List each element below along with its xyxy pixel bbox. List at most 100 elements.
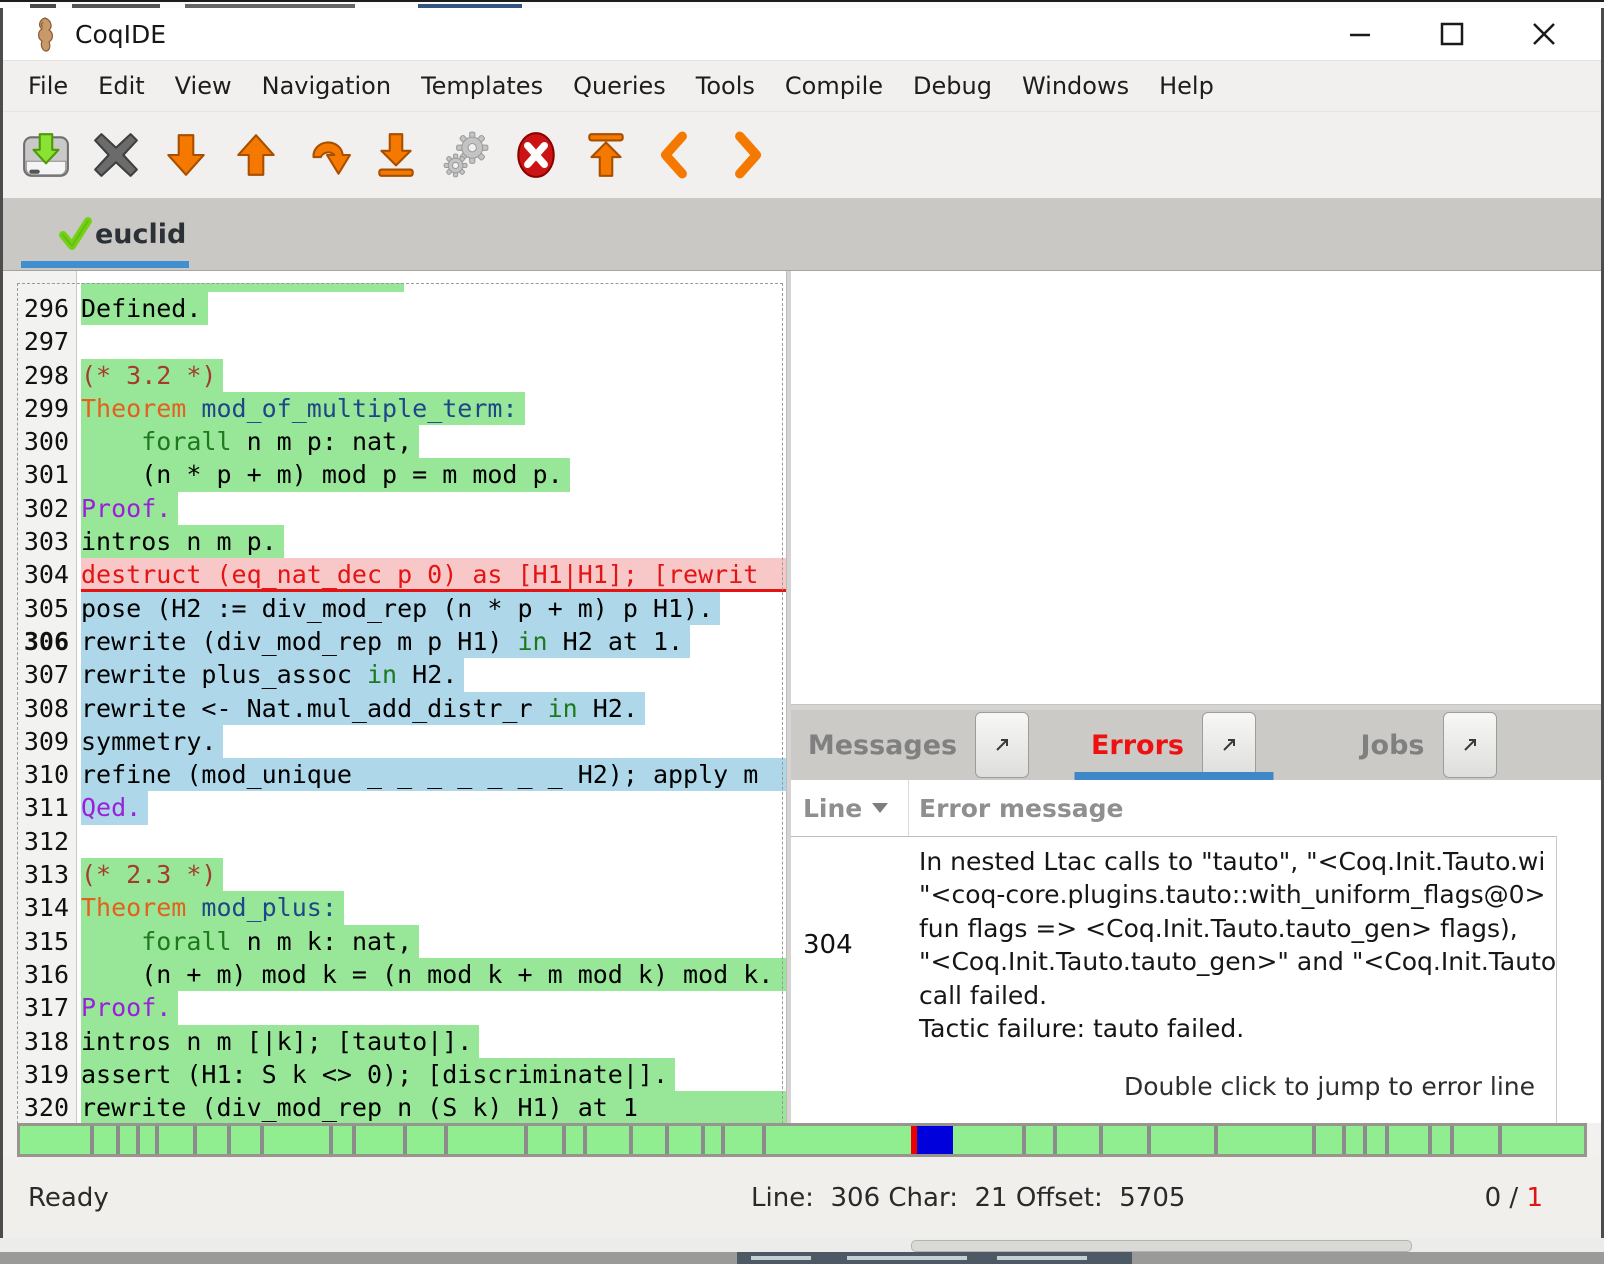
sentence-separator: [721, 1126, 725, 1154]
tab-bar: euclid: [3, 198, 1601, 271]
run-to-end-icon[interactable]: [371, 130, 421, 180]
line-number-gutter: 314: [17, 891, 77, 924]
close-icon[interactable]: [91, 130, 141, 180]
check-icon: [57, 216, 93, 252]
code-line-307[interactable]: 307rewrite plus_assoc in H2.: [17, 658, 786, 691]
code-line-318[interactable]: 318intros n m [|k]; [tauto|].: [17, 1025, 786, 1058]
code-line-303[interactable]: 303intros n m p.: [17, 525, 786, 558]
sentence-separator: [260, 1126, 264, 1154]
errors-scrollbar[interactable]: [1556, 836, 1601, 1123]
code-line-315[interactable]: 315 forall n m k: nat,: [17, 925, 786, 958]
line-number-gutter: 311: [17, 791, 77, 824]
line-number-gutter: 316: [17, 958, 77, 991]
tab-euclid[interactable]: euclid: [45, 198, 198, 270]
go-to-cursor-icon[interactable]: [301, 130, 351, 180]
maximize-button[interactable]: [1435, 17, 1469, 51]
sentence-separator: [352, 1126, 356, 1154]
panel-tab-errors[interactable]: Errors: [1046, 710, 1301, 780]
panel-tab-jobs[interactable]: Jobs: [1301, 710, 1556, 780]
offset-number: 5705: [1119, 1183, 1185, 1213]
code-line-304[interactable]: 304destruct (eq_nat_dec p 0) as [H1|H1];…: [17, 558, 786, 591]
forward-one-command-icon[interactable]: [161, 130, 211, 180]
column-header-line[interactable]: Line: [791, 780, 909, 836]
detach-arrow-icon: [1220, 736, 1238, 754]
menu-item-windows[interactable]: Windows: [1007, 61, 1144, 111]
menu-item-edit[interactable]: Edit: [83, 61, 159, 111]
code-line-302[interactable]: 302Proof.: [17, 492, 786, 525]
sentence-separator: [1498, 1126, 1502, 1154]
code-line-298[interactable]: 298(* 3.2 *): [17, 359, 786, 392]
code-line-309[interactable]: 309symmetry.: [17, 725, 786, 758]
line-number-gutter: 300: [17, 425, 77, 458]
line-number-gutter: 299: [17, 392, 77, 425]
code-line-317[interactable]: 317Proof.: [17, 991, 786, 1024]
menu-item-tools[interactable]: Tools: [681, 61, 770, 111]
code-line-296[interactable]: 296Defined.: [17, 292, 786, 325]
panel-tab-messages[interactable]: Messages: [791, 710, 1046, 780]
detach-errors-button[interactable]: [1202, 712, 1256, 778]
previous-icon[interactable]: [651, 130, 701, 180]
bottom-panel-tabs: MessagesErrorsJobs: [791, 710, 1601, 780]
code-line-314[interactable]: 314Theorem mod_plus:: [17, 891, 786, 924]
code-line-308[interactable]: 308rewrite <- Nat.mul_add_distr_r in H2.: [17, 692, 786, 725]
detach-jobs-button[interactable]: [1443, 712, 1497, 778]
code-line-313[interactable]: 313(* 2.3 *): [17, 858, 786, 891]
current-segment: [917, 1126, 953, 1154]
menu-item-view[interactable]: View: [160, 61, 247, 111]
errors-hint: Double click to jump to error line: [791, 1072, 1601, 1123]
toolbar: [3, 112, 1601, 198]
code-line-311[interactable]: 311Qed.: [17, 791, 786, 824]
menu-item-templates[interactable]: Templates: [406, 61, 558, 111]
title-bar[interactable]: CoqIDE: [3, 8, 1601, 61]
code-line-320[interactable]: 320rewrite (div_mod_rep n (S k) H1) at 1: [17, 1091, 786, 1123]
menu-item-queries[interactable]: Queries: [558, 61, 681, 111]
code-line-299[interactable]: 299Theorem mod_of_multiple_term:: [17, 392, 786, 425]
sentence-separator: [403, 1126, 407, 1154]
code-line-297[interactable]: 297: [17, 325, 786, 358]
menu-item-debug[interactable]: Debug: [898, 61, 1007, 111]
menu-item-compile[interactable]: Compile: [770, 61, 898, 111]
code-line-319[interactable]: 319assert (H1: S k <> 0); [discriminate|…: [17, 1058, 786, 1091]
sentence-separator: [1342, 1126, 1346, 1154]
detach-messages-button[interactable]: [975, 712, 1029, 778]
sentence-separator: [1099, 1126, 1103, 1154]
sentence-separator: [155, 1126, 159, 1154]
error-row[interactable]: 304In nested Ltac calls to "tauto", "<Co…: [791, 845, 1601, 1045]
goals-panel[interactable]: [791, 271, 1601, 705]
interrupt-icon[interactable]: [511, 130, 561, 180]
minimize-button[interactable]: [1343, 17, 1377, 51]
line-number-gutter: 315: [17, 925, 77, 958]
menu-item-file[interactable]: File: [13, 61, 83, 111]
close-button[interactable]: [1527, 17, 1561, 51]
line-number-gutter: 303: [17, 525, 77, 558]
coqide-window: CoqIDE FileEditViewNavigationTemplatesQu…: [3, 8, 1601, 1238]
code-line-301[interactable]: 301 (n * p + m) mod p = m mod p.: [17, 458, 786, 491]
gears-icon: [441, 130, 491, 180]
code-line-306[interactable]: 306rewrite (div_mod_rep m p H1) in H2 at…: [17, 625, 786, 658]
line-number-gutter: 320: [17, 1091, 77, 1123]
code-line-310[interactable]: 310refine (mod_unique _ _ _ _ _ _ _ H2);…: [17, 758, 786, 791]
line-number-gutter: 305: [17, 592, 77, 625]
error-line-number: 304: [791, 845, 909, 1045]
code-line-316[interactable]: 316 (n + m) mod k = (n mod k + m mod k) …: [17, 958, 786, 991]
char-number: 21: [974, 1183, 1007, 1213]
column-header-error-message[interactable]: Error message: [909, 794, 1123, 823]
save-icon[interactable]: [21, 130, 71, 180]
code-line-partial[interactable]: [17, 283, 786, 292]
menu-item-help[interactable]: Help: [1144, 61, 1229, 111]
menu-bar: FileEditViewNavigationTemplatesQueriesTo…: [3, 61, 1601, 112]
menu-item-navigation[interactable]: Navigation: [247, 61, 406, 111]
code-line-312[interactable]: 312: [17, 825, 786, 858]
line-number-gutter: 312: [17, 825, 77, 858]
backward-one-command-icon[interactable]: [231, 130, 281, 180]
restart-icon[interactable]: [581, 130, 631, 180]
errors-table-body: 304In nested Ltac calls to "tauto", "<Co…: [791, 837, 1601, 1045]
sentence-separator: [762, 1126, 766, 1154]
code-line-300[interactable]: 300 forall n m p: nat,: [17, 425, 786, 458]
code-editor[interactable]: 296Defined.297298(* 3.2 *)299Theorem mod…: [17, 271, 786, 1123]
sentence-separator: [227, 1126, 231, 1154]
sentence-separator: [193, 1126, 197, 1154]
next-icon[interactable]: [721, 130, 771, 180]
errors-section: MessagesErrorsJobs Line Error message 30…: [791, 710, 1601, 1123]
code-line-305[interactable]: 305pose (H2 := div_mod_rep (n * p + m) p…: [17, 592, 786, 625]
